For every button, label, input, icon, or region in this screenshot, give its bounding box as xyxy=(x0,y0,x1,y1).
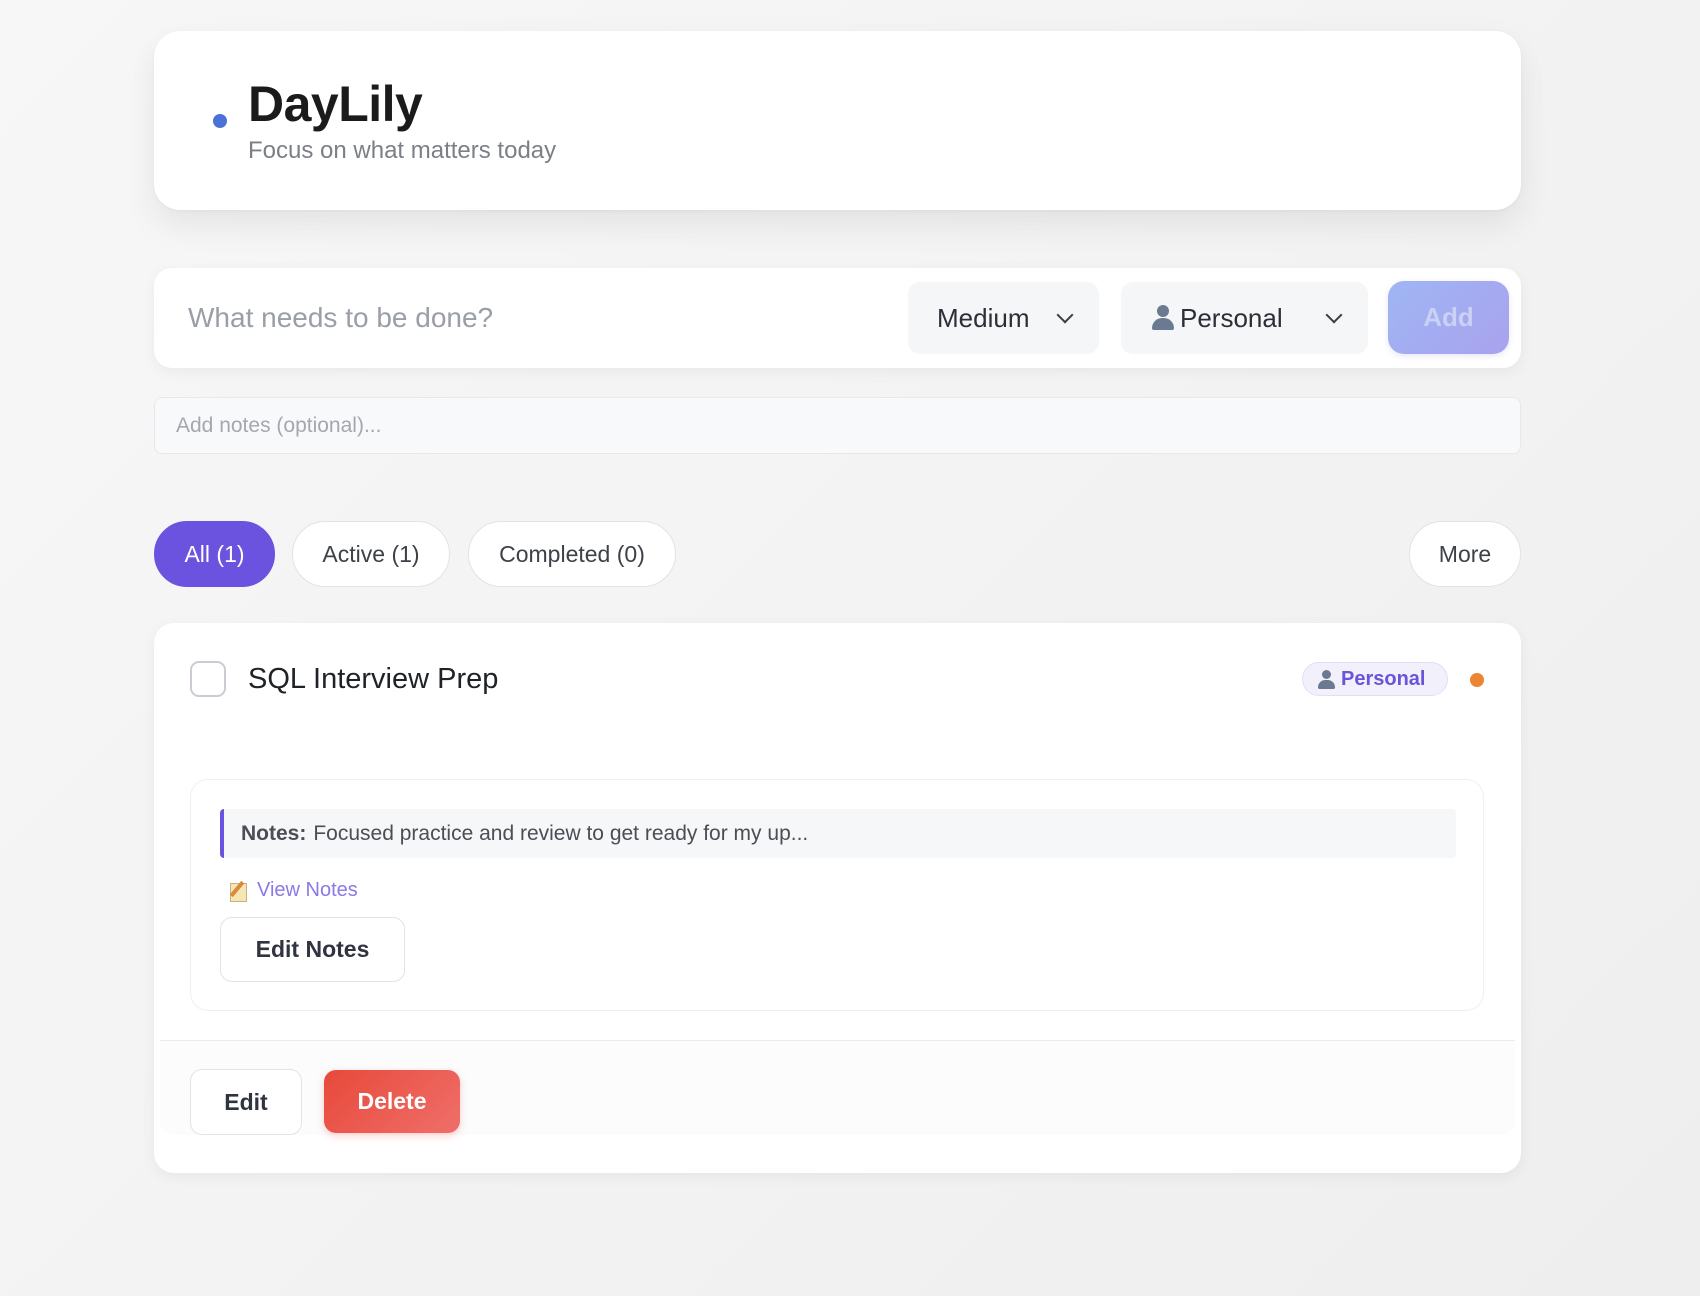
notes-input[interactable] xyxy=(154,397,1521,454)
notes-preview-text: Focused practice and review to get ready… xyxy=(313,821,809,845)
person-icon xyxy=(1150,304,1176,330)
app-header: DayLily Focus on what matters today xyxy=(154,31,1521,210)
notes-preview: Notes: Focused practice and review to ge… xyxy=(220,809,1456,858)
task-title: SQL Interview Prep xyxy=(248,663,499,695)
delete-button[interactable]: Delete xyxy=(324,1070,460,1133)
person-icon xyxy=(1317,669,1335,689)
priority-indicator-dot xyxy=(1470,673,1484,687)
edit-notes-button[interactable]: Edit Notes xyxy=(220,917,405,982)
notes-label: Notes: xyxy=(241,821,307,845)
category-badge: Personal xyxy=(1302,662,1448,696)
view-notes-link[interactable]: View Notes xyxy=(229,879,358,902)
priority-select-value: Medium xyxy=(937,302,1030,333)
category-select-value: Personal xyxy=(1180,302,1283,333)
category-badge-label: Personal xyxy=(1341,667,1426,690)
task-input[interactable] xyxy=(172,280,872,356)
add-task-bar: Medium Personal Add xyxy=(154,268,1521,368)
task-actions: Edit Delete xyxy=(160,1040,1515,1135)
task-complete-checkbox[interactable] xyxy=(190,661,226,697)
app-subtitle: Focus on what matters today xyxy=(248,137,557,164)
category-select[interactable]: Personal xyxy=(1121,282,1368,354)
add-button[interactable]: Add xyxy=(1388,281,1509,354)
chevron-down-icon xyxy=(1056,306,1074,324)
edit-button[interactable]: Edit xyxy=(190,1069,302,1135)
brand-dot-icon xyxy=(213,114,227,128)
priority-select[interactable]: Medium xyxy=(908,282,1099,354)
chevron-down-icon xyxy=(1325,306,1343,324)
more-button[interactable]: More xyxy=(1409,521,1521,587)
view-notes-label: View Notes xyxy=(257,879,358,901)
filter-completed-tab[interactable]: Completed (0) xyxy=(468,521,676,587)
filter-active-tab[interactable]: Active (1) xyxy=(292,521,450,587)
app-container: DayLily Focus on what matters today Medi… xyxy=(154,31,1521,1173)
app-title: DayLily xyxy=(248,76,423,132)
filter-bar: All (1) Active (1) Completed (0) More xyxy=(154,521,1521,587)
filter-all-tab[interactable]: All (1) xyxy=(154,521,275,587)
task-notes-section: Notes: Focused practice and review to ge… xyxy=(190,779,1484,1011)
task-card: SQL Interview Prep Personal Notes: Focus… xyxy=(154,623,1521,1173)
memo-icon xyxy=(229,880,249,902)
